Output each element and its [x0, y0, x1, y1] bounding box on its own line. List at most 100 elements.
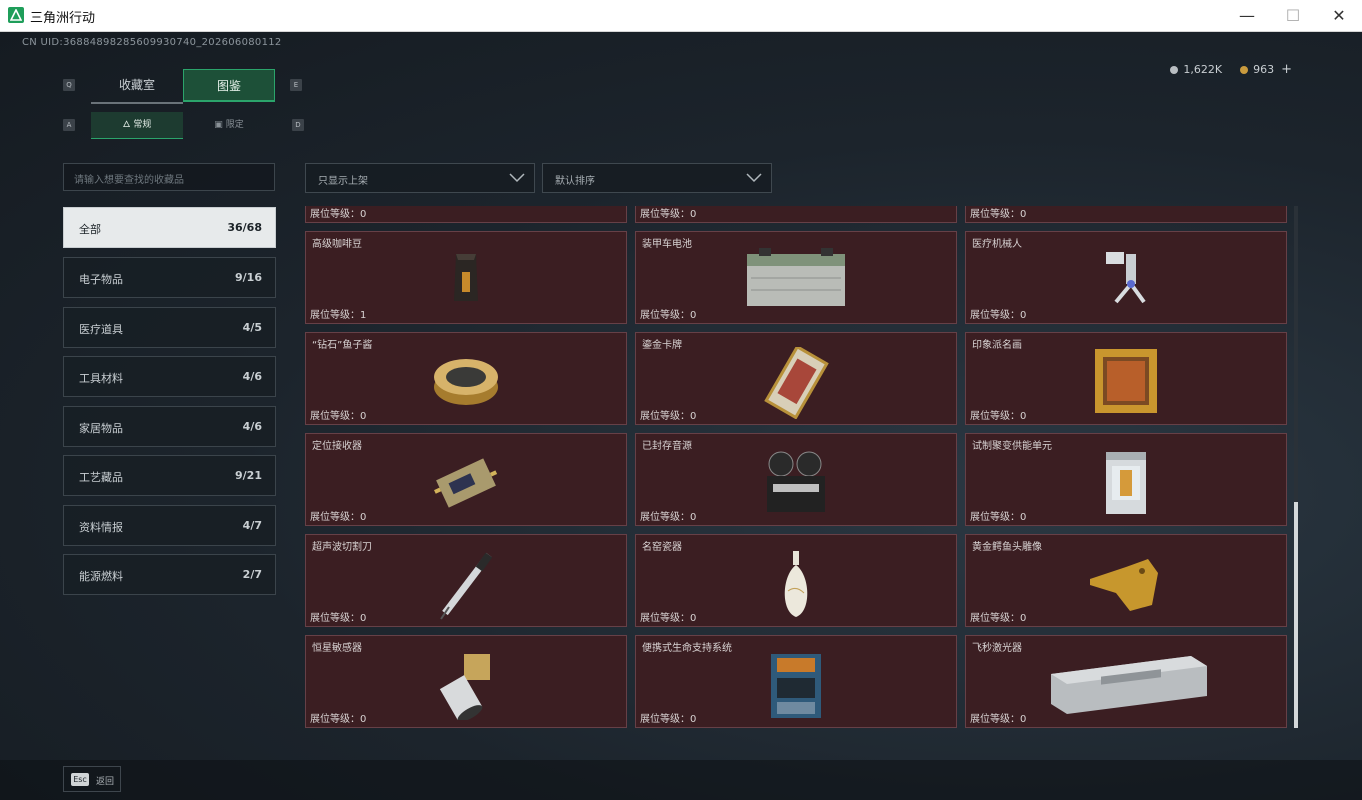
item-level: 展位等级：0: [970, 411, 1027, 422]
item-card[interactable]: 定位接收器 展位等级：0: [305, 433, 627, 526]
item-level: 展位等级：0: [970, 512, 1027, 523]
star-sensor-icon: [439, 654, 490, 720]
subtab-limited[interactable]: ▣ 限定: [183, 112, 275, 138]
item-level: 展位等级：0: [640, 613, 697, 624]
tab-codex[interactable]: 图鉴: [183, 69, 275, 102]
close-button[interactable]: ✕: [1316, 0, 1362, 31]
item-card[interactable]: 恒星敏感器 展位等级：0: [305, 635, 627, 728]
item-card[interactable]: 黄金鳄鱼头雕像 展位等级：0: [965, 534, 1287, 627]
item-name: “钻石”鱼子酱: [312, 340, 373, 351]
item-name: 医疗机械人: [972, 239, 1022, 250]
subtab-regular[interactable]: 🜂 常规: [91, 112, 183, 139]
porcelain-vase-icon: [784, 551, 808, 617]
chevron-down-icon: [746, 173, 762, 183]
item-card[interactable]: 装甲车电池 展位等级：0: [635, 231, 957, 324]
item-name: 超声波切割刀: [312, 542, 372, 553]
category-household[interactable]: 家居物品 4/6: [63, 406, 276, 447]
currency-bar: 1,622K 963 +: [1170, 62, 1292, 77]
item-level: 展位等级：0: [970, 310, 1027, 321]
item-card[interactable]: 医疗机械人 展位等级：0: [965, 231, 1287, 324]
esc-key-hint: Esc: [71, 773, 89, 786]
silver-coin-icon: [1170, 66, 1179, 74]
item-card-partial[interactable]: 展位等级：0: [635, 206, 957, 223]
item-card[interactable]: 便携式生命支持系统 展位等级：0: [635, 635, 957, 728]
item-name: 高级咖啡豆: [312, 239, 362, 250]
item-card[interactable]: 高级咖啡豆 展位等级：1: [305, 231, 627, 324]
item-name: 便携式生命支持系统: [642, 643, 732, 654]
item-card[interactable]: 鎏金卡牌 展位等级：0: [635, 332, 957, 425]
sort-label: 默认排序: [555, 176, 595, 187]
search-placeholder: 请输入想要查找的收藏品: [74, 175, 184, 186]
back-label: 返回: [96, 777, 115, 787]
framed-painting-icon: [1095, 349, 1157, 413]
category-intel[interactable]: 资料情报 4/7: [63, 505, 276, 546]
item-level: 展位等级：1: [310, 310, 367, 321]
item-card-partial[interactable]: 展位等级：0: [305, 206, 627, 223]
key-hint-a: A: [63, 119, 75, 131]
item-card[interactable]: 飞秒激光器 展位等级：0: [965, 635, 1287, 728]
item-name: 飞秒激光器: [972, 643, 1022, 654]
category-energy[interactable]: 能源燃料 2/7: [63, 554, 276, 595]
laser-box-icon: [1051, 656, 1207, 714]
item-card[interactable]: 印象派名画 展位等级：0: [965, 332, 1287, 425]
caviar-tin-icon: [434, 359, 498, 405]
item-level: 展位等级：0: [640, 512, 697, 523]
minimize-button[interactable]: —: [1224, 0, 1270, 31]
key-hint-q: Q: [63, 79, 75, 91]
item-name: 鎏金卡牌: [642, 340, 682, 351]
gold-currency: 963 +: [1240, 62, 1292, 77]
battery-icon: [747, 248, 845, 306]
item-level: 展位等级：0: [310, 613, 367, 624]
key-hint-e: E: [290, 79, 302, 91]
player-uid: CN UID:36884898285609930740_202606080112: [22, 37, 282, 48]
item-grid: 展位等级：0 展位等级：0 展位等级：0 高级咖啡豆 展位等级：1 装甲车电池 …: [305, 206, 1290, 728]
item-card[interactable]: 名窑瓷器 展位等级：0: [635, 534, 957, 627]
category-tools[interactable]: 工具材料 4/6: [63, 356, 276, 397]
chevron-down-icon: [509, 173, 525, 183]
tab-collection-room[interactable]: 收藏室: [91, 69, 183, 104]
item-level: 展位等级：0: [310, 411, 367, 422]
item-level: 展位等级：0: [970, 209, 1027, 220]
item-card[interactable]: 超声波切割刀 展位等级：0: [305, 534, 627, 627]
life-support-icon: [771, 654, 821, 718]
item-level: 展位等级：0: [970, 613, 1027, 624]
item-card[interactable]: 试制聚变供能单元 展位等级：0: [965, 433, 1287, 526]
add-currency-button[interactable]: +: [1281, 62, 1292, 77]
item-level: 展位等级：0: [640, 209, 697, 220]
grid-scrollbar-thumb[interactable]: [1294, 502, 1298, 728]
search-input[interactable]: 请输入想要查找的收藏品: [63, 163, 275, 191]
item-level: 展位等级：0: [310, 209, 367, 220]
item-card-partial[interactable]: 展位等级：0: [965, 206, 1287, 223]
footer-bar: [0, 760, 1362, 800]
app-logo-icon: [8, 7, 24, 23]
back-button[interactable]: Esc 返回: [63, 766, 121, 792]
receiver-icon: [434, 458, 498, 508]
game-viewport: CN UID:36884898285609930740_202606080112…: [0, 32, 1362, 800]
category-crafts[interactable]: 工艺藏品 9/21: [63, 455, 276, 496]
item-name: 试制聚变供能单元: [972, 441, 1052, 452]
ultrasonic-cutter-icon: [440, 552, 493, 620]
window-title: 三角洲行动: [30, 11, 96, 26]
picture-icon: ▣: [214, 120, 223, 130]
item-name: 印象派名画: [972, 340, 1022, 351]
category-all[interactable]: 全部 36/68: [63, 207, 276, 248]
category-electronics[interactable]: 电子物品 9/16: [63, 257, 276, 298]
key-hint-d: D: [292, 119, 304, 131]
maximize-button[interactable]: ☐: [1270, 0, 1316, 31]
display-filter-dropdown[interactable]: 只显示上架: [305, 163, 535, 193]
item-level: 展位等级：0: [310, 512, 367, 523]
item-card[interactable]: “钻石”鱼子酱 展位等级：0: [305, 332, 627, 425]
bottle-icon: 🜂: [122, 120, 131, 130]
gold-crocodile-icon: [1090, 559, 1158, 611]
category-medical[interactable]: 医疗道具 4/5: [63, 307, 276, 348]
window-titlebar: 三角洲行动 — ☐ ✕: [0, 0, 1362, 32]
gold-coin-icon: [1240, 66, 1249, 74]
robot-arm-icon: [1106, 252, 1146, 304]
silver-currency: 1,622K: [1170, 63, 1222, 76]
item-card[interactable]: 已封存音源 展位等级：0: [635, 433, 957, 526]
fusion-cell-icon: [1106, 452, 1146, 514]
coffee-bag-icon: [454, 254, 478, 301]
item-level: 展位等级：0: [310, 714, 367, 725]
reel-recorder-icon: [767, 451, 825, 512]
sort-dropdown[interactable]: 默认排序: [542, 163, 772, 193]
